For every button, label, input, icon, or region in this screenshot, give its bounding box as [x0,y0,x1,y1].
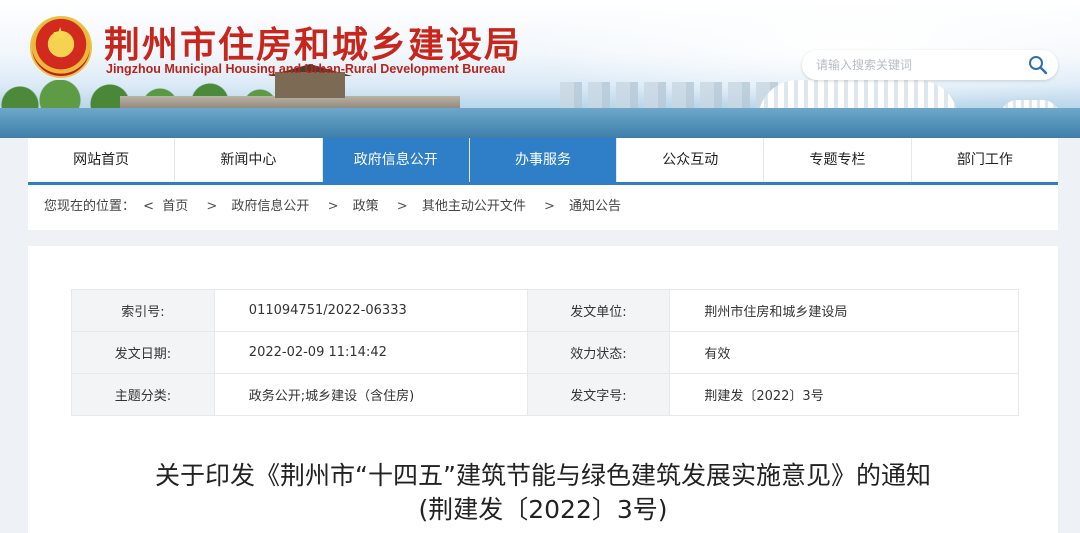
meta-value-date: 2022-02-09 11:14:42 [213,331,528,374]
meta-label-category: 主题分类: [71,373,215,416]
banner-water [0,108,1080,138]
article-title-line1: 关于印发《荆州市“十四五”建筑节能与绿色建筑发展实施意见》的通知 [155,461,931,490]
search-box [802,50,1058,80]
breadcrumb-separator: > [327,199,339,214]
main-nav: 网站首页 新闻中心 政府信息公开 办事服务 公众互动 专题专栏 部门工作 [28,138,1058,185]
emblem-star-icon: ★ [52,24,69,45]
meta-label-status: 效力状态: [526,331,671,374]
nav-item-gov-info[interactable]: 政府信息公开 [322,138,470,182]
breadcrumb-notices[interactable]: 通知公告 [569,199,621,214]
table-row: 主题分类: 政务公开;城乡建设（含住房) 发文字号: 荆建发〔2022〕3号 [71,373,1019,416]
search-icon[interactable] [1028,55,1050,75]
article-title: 关于印发《荆州市“十四五”建筑节能与绿色建筑发展实施意见》的通知 (荆建发〔20… [28,459,1058,527]
meta-value-category: 政务公开;城乡建设（含住房) [213,373,528,416]
document-meta-table: 索引号: 011094751/2022-06333 发文单位: 荆州市住房和城乡… [71,289,1019,416]
breadcrumb-lead-separator: < [143,199,155,214]
breadcrumb-gov-info[interactable]: 政府信息公开 [231,199,309,214]
breadcrumb-separator: > [206,199,218,214]
header-banner: ★ 荆州市住房和城乡建设局 Jingzhou Municipal Housing… [0,0,1080,138]
meta-label-index: 索引号: [71,289,215,332]
breadcrumb-separator: > [396,199,408,214]
meta-label-date: 发文日期: [71,331,215,374]
breadcrumb-prefix: 您现在的位置： [44,199,136,214]
breadcrumb-separator: > [543,199,555,214]
article-title-line2: (荆建发〔2022〕3号) [418,495,668,524]
breadcrumb-policy[interactable]: 政策 [353,199,379,214]
nav-item-home[interactable]: 网站首页 [28,138,176,182]
nav-item-news[interactable]: 新闻中心 [175,138,323,182]
meta-label-doc-number: 发文字号: [526,373,671,416]
breadcrumb-home[interactable]: 首页 [162,199,188,214]
nav-item-interaction[interactable]: 公众互动 [617,138,765,182]
search-input[interactable] [816,55,1016,75]
nav-item-departments[interactable]: 部门工作 [912,138,1058,182]
breadcrumb-other-docs[interactable]: 其他主动公开文件 [422,199,526,214]
breadcrumb: 您现在的位置： < 首页 > 政府信息公开 > 政策 > 其他主动公开文件 > … [28,185,1058,230]
article-panel: 索引号: 011094751/2022-06333 发文单位: 荆州市住房和城乡… [28,246,1058,533]
meta-value-doc-number: 荆建发〔2022〕3号 [669,373,1019,416]
table-row: 索引号: 011094751/2022-06333 发文单位: 荆州市住房和城乡… [71,289,1019,332]
meta-value-issuer: 荆州市住房和城乡建设局 [669,289,1019,332]
table-row: 发文日期: 2022-02-09 11:14:42 效力状态: 有效 [71,331,1019,374]
site-title[interactable]: 荆州市住房和城乡建设局 [104,16,522,68]
site-title-english: Jingzhou Municipal Housing and Urban-Rur… [106,62,506,76]
meta-value-index: 011094751/2022-06333 [213,289,528,332]
nav-item-topics[interactable]: 专题专栏 [764,138,912,182]
meta-value-status: 有效 [669,331,1019,374]
meta-label-issuer: 发文单位: [526,289,671,332]
nav-item-services[interactable]: 办事服务 [469,138,618,182]
